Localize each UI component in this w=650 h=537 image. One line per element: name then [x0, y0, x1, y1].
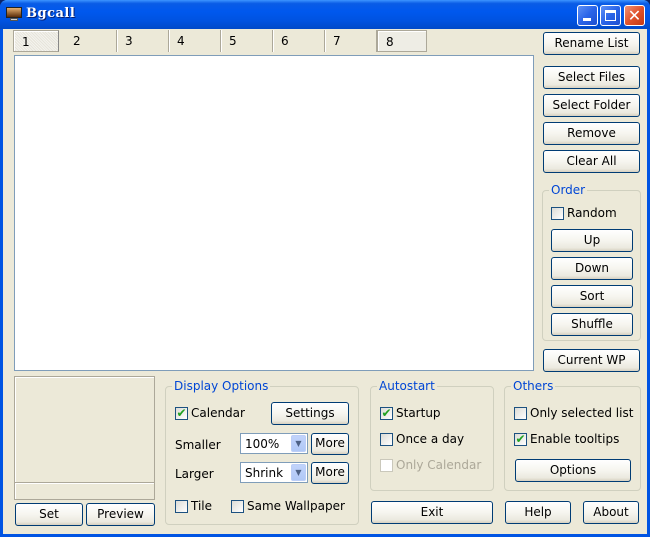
only-selected-list-checkbox-box[interactable] [514, 406, 527, 420]
smaller-label: Smaller [175, 438, 221, 452]
larger-more-button[interactable]: More [311, 462, 349, 484]
wallpaper-preview [14, 376, 155, 500]
chevron-down-icon[interactable]: ▼ [291, 464, 306, 481]
remove-button[interactable]: Remove [543, 122, 640, 145]
autostart-title: Autostart [377, 379, 437, 393]
calendar-checkbox-label: Calendar [191, 406, 245, 420]
enable-tooltips-checkbox-label: Enable tooltips [530, 432, 620, 446]
preview-status-bar [15, 482, 154, 499]
title-bar[interactable]: Bgcall ✕ [0, 0, 650, 29]
order-group: Order Random Up Down Sort Shuffle [542, 183, 641, 341]
minimize-button[interactable] [577, 5, 598, 26]
tile-checkbox-box[interactable] [175, 499, 188, 513]
once-a-day-checkbox-box[interactable] [380, 432, 393, 446]
list-tabs: 1 2 3 4 5 6 7 8 [13, 30, 428, 54]
larger-label: Larger [175, 467, 214, 481]
tab-5[interactable]: 5 [221, 30, 273, 52]
current-wp-button[interactable]: Current WP [543, 349, 640, 372]
maximize-icon [605, 10, 616, 21]
tab-6[interactable]: 6 [273, 30, 325, 52]
tile-checkbox-label: Tile [191, 499, 213, 513]
startup-checkbox[interactable]: ✔ Startup [380, 406, 441, 420]
larger-dropdown-value: Shrink [245, 466, 284, 480]
tab-3[interactable]: 3 [117, 30, 169, 52]
monitor-icon [6, 7, 22, 21]
display-options-title: Display Options [172, 379, 271, 393]
clear-all-button[interactable]: Clear All [543, 150, 640, 173]
once-a-day-checkbox-label: Once a day [396, 432, 465, 446]
close-icon: ✕ [627, 6, 642, 25]
select-files-button[interactable]: Select Files [543, 66, 640, 89]
tab-4[interactable]: 4 [169, 30, 221, 52]
same-wallpaper-checkbox[interactable]: Same Wallpaper [231, 499, 345, 513]
check-icon: ✔ [515, 431, 526, 446]
help-button[interactable]: Help [505, 501, 571, 524]
tab-2[interactable]: 2 [65, 30, 117, 52]
calendar-checkbox-box[interactable]: ✔ [175, 405, 188, 420]
tile-checkbox[interactable]: Tile [175, 499, 212, 513]
random-checkbox-box[interactable] [551, 206, 564, 220]
check-icon: ✔ [381, 405, 392, 420]
chevron-down-icon[interactable]: ▼ [291, 435, 306, 452]
smaller-dropdown[interactable]: 100% ▼ [240, 433, 308, 454]
shuffle-button[interactable]: Shuffle [551, 313, 633, 336]
bgcall-window: Bgcall ✕ 1 2 3 4 5 6 7 8 Rename List Sel… [0, 0, 650, 537]
close-button[interactable]: ✕ [624, 5, 645, 26]
startup-checkbox-box[interactable]: ✔ [380, 405, 393, 420]
only-calendar-checkbox-label: Only Calendar [396, 458, 482, 472]
minimize-icon [583, 18, 591, 21]
startup-checkbox-label: Startup [396, 406, 441, 420]
maximize-button[interactable] [600, 5, 621, 26]
check-icon: ✔ [176, 405, 187, 420]
tab-8[interactable]: 8 [377, 30, 427, 52]
only-selected-list-checkbox[interactable]: Only selected list [514, 406, 633, 420]
others-group: Others Only selected list ✔ Enable toolt… [504, 379, 641, 491]
rename-list-button[interactable]: Rename List [543, 32, 640, 55]
tab-1[interactable]: 1 [13, 30, 59, 52]
smaller-more-button[interactable]: More [311, 433, 349, 455]
larger-dropdown[interactable]: Shrink ▼ [240, 462, 308, 483]
exit-button[interactable]: Exit [371, 501, 493, 524]
smaller-dropdown-value: 100% [245, 437, 280, 451]
once-a-day-checkbox[interactable]: Once a day [380, 432, 464, 446]
order-group-title: Order [549, 183, 588, 197]
random-checkbox-label: Random [567, 206, 617, 220]
about-button[interactable]: About [583, 501, 639, 524]
only-calendar-checkbox-box [380, 458, 393, 472]
set-button[interactable]: Set [15, 503, 83, 526]
file-list[interactable] [14, 55, 534, 371]
display-options-group: Display Options ✔ Calendar Settings Smal… [165, 379, 359, 525]
tab-7[interactable]: 7 [325, 30, 377, 52]
same-wallpaper-checkbox-box[interactable] [231, 499, 244, 513]
same-wallpaper-checkbox-label: Same Wallpaper [247, 499, 345, 513]
others-title: Others [511, 379, 556, 393]
autostart-group: Autostart ✔ Startup Once a day Only Cale… [370, 379, 494, 491]
options-button[interactable]: Options [515, 459, 631, 482]
only-selected-list-checkbox-label: Only selected list [530, 406, 634, 420]
enable-tooltips-checkbox[interactable]: ✔ Enable tooltips [514, 432, 619, 446]
enable-tooltips-checkbox-box[interactable]: ✔ [514, 431, 527, 446]
random-checkbox[interactable]: Random [551, 206, 617, 220]
preview-button[interactable]: Preview [86, 503, 155, 526]
down-button[interactable]: Down [551, 257, 633, 280]
up-button[interactable]: Up [551, 229, 633, 252]
sort-button[interactable]: Sort [551, 285, 633, 308]
only-calendar-checkbox: Only Calendar [380, 458, 481, 472]
select-folder-button[interactable]: Select Folder [543, 94, 640, 117]
calendar-checkbox[interactable]: ✔ Calendar [175, 406, 245, 420]
calendar-settings-button[interactable]: Settings [271, 402, 349, 425]
window-title: Bgcall [26, 6, 76, 21]
